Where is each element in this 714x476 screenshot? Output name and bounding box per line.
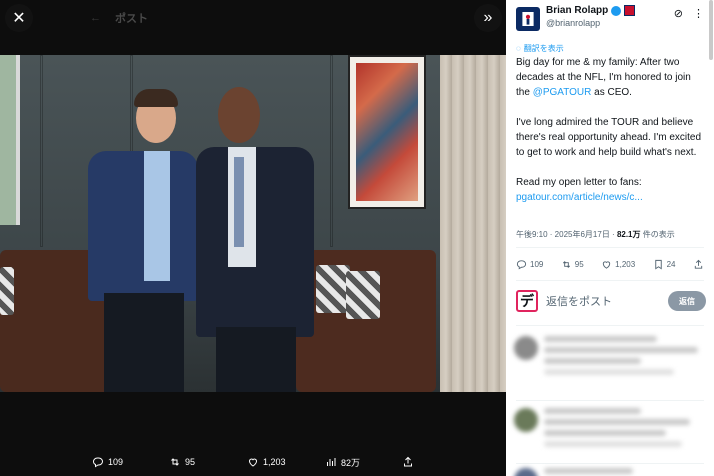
person-jacket	[88, 151, 198, 301]
post-photo[interactable]	[0, 55, 506, 392]
share-icon	[404, 456, 412, 467]
reply-icon	[92, 457, 104, 468]
pga-tour-logo-icon	[522, 12, 534, 26]
person-hair	[134, 89, 178, 107]
post-paragraph-1: Big day for me & my family: After two de…	[516, 55, 706, 100]
divider	[516, 463, 704, 464]
post-view-suffix: 件の表示	[640, 230, 675, 239]
reply-item-blurred[interactable]	[514, 336, 706, 380]
person-right	[196, 87, 314, 392]
viewer-reply-count: 109	[108, 457, 124, 467]
pillow	[346, 271, 380, 319]
post-text: Big day for me & my family: After two de…	[516, 55, 706, 205]
divider	[516, 325, 704, 326]
bookmark-action[interactable]: 24	[653, 259, 676, 270]
post-top-icons: ⊘ ⋮	[674, 7, 704, 20]
viewer-share-action[interactable]	[402, 456, 414, 468]
media-viewer: ← ポスト ✕ » 109 95 1,203 82万	[0, 0, 506, 476]
viewer-retweet-count: 95	[185, 457, 196, 467]
viewer-like-count: 1,203	[263, 457, 286, 467]
wall-painting	[348, 55, 426, 209]
mention-link[interactable]: @PGATOUR	[533, 87, 592, 98]
retweet-icon	[171, 458, 179, 466]
viewer-view-count: 82万	[341, 457, 361, 468]
author-handle[interactable]: @brianrolapp	[546, 18, 635, 28]
curtain	[440, 55, 506, 392]
post-text-segment: Read my open letter to fans:	[516, 177, 642, 188]
person-tie	[234, 157, 244, 247]
pillow	[316, 265, 350, 313]
person-left	[88, 89, 198, 392]
heart-icon	[248, 458, 258, 467]
translate-link[interactable]: ◌ 翻訳を表示	[516, 43, 564, 54]
reply-button[interactable]: 返信	[668, 291, 706, 311]
heart-icon	[602, 261, 611, 269]
retweet-icon	[562, 261, 570, 268]
author-name[interactable]: Brian Rolapp	[546, 5, 608, 16]
viewer-retweet-action[interactable]: 95	[169, 456, 195, 468]
close-icon: ✕	[12, 10, 26, 27]
reply-input[interactable]: 返信をポスト	[546, 293, 668, 309]
post-text-segment: as CEO.	[591, 87, 632, 98]
more-options-icon[interactable]: ⋮	[693, 7, 704, 20]
post-timestamp[interactable]: 午後9:10 · 2025年6月17日 ·	[516, 230, 617, 239]
viewer-views-action[interactable]: 82万	[325, 456, 360, 469]
wall-panel-line	[40, 55, 43, 247]
reply-composer: デ 返信をポスト 返信	[516, 288, 706, 314]
person-shirt	[144, 151, 170, 281]
article-link[interactable]: pgatour.com/article/news/c...	[516, 192, 643, 203]
scrollbar[interactable]	[709, 0, 713, 60]
viewer-action-bar: 109 95 1,203 82万	[0, 448, 506, 476]
post-paragraph-3: Read my open letter to fans: pgatour.com/…	[516, 175, 706, 205]
author-avatar[interactable]	[516, 7, 540, 31]
viewer-like-action[interactable]: 1,203	[247, 456, 286, 468]
like-count: 1,203	[615, 260, 636, 269]
bar-chart-icon	[327, 458, 336, 466]
background-title: ポスト	[115, 13, 148, 25]
translate-icon: ◌	[516, 44, 521, 53]
person-pants	[216, 327, 296, 392]
bookmark-icon	[654, 259, 662, 270]
wall-panel-line	[330, 55, 333, 247]
post-detail-panel: Brian Rolapp @brianrolapp ⊘ ⋮ ◌ 翻訳を表示 Bi…	[506, 0, 714, 476]
grok-icon[interactable]: ⊘	[674, 7, 683, 20]
reply-item-blurred[interactable]	[514, 468, 706, 476]
back-arrow-icon: ←	[90, 12, 101, 24]
reply-icon	[516, 260, 527, 270]
background-header: ← ポスト	[90, 10, 148, 26]
like-action[interactable]: 1,203	[601, 259, 635, 270]
pillow	[0, 267, 14, 315]
photo-window	[0, 55, 20, 225]
affiliation-badge-icon[interactable]	[624, 5, 636, 16]
share-action[interactable]	[693, 259, 704, 270]
post-author: Brian Rolapp @brianrolapp	[516, 5, 636, 31]
post-metadata: 午後9:10 · 2025年6月17日 · 82.1万 件の表示	[516, 229, 675, 240]
divider	[516, 247, 704, 248]
retweet-action[interactable]: 95	[561, 259, 584, 270]
divider	[516, 400, 704, 401]
reply-action[interactable]: 109	[516, 259, 543, 270]
translate-label: 翻訳を表示	[523, 44, 564, 53]
author-name-row[interactable]: Brian Rolapp	[546, 5, 636, 16]
post-view-count: 82.1万	[616, 230, 641, 239]
verified-badge-icon	[611, 5, 622, 16]
viewer-reply-action[interactable]: 109	[92, 456, 123, 468]
reply-count: 109	[530, 260, 544, 269]
close-button[interactable]: ✕	[5, 4, 33, 32]
retweet-count: 95	[574, 260, 584, 269]
post-paragraph-2: I've long admired the TOUR and believe t…	[516, 117, 702, 158]
post-actions: 109 95 1,203 24	[516, 259, 704, 270]
person-pants	[104, 293, 184, 392]
user-avatar[interactable]: デ	[516, 290, 538, 312]
reply-item-blurred[interactable]	[514, 408, 706, 452]
person-head	[218, 87, 260, 143]
double-chevron-icon: »	[483, 9, 493, 26]
share-icon	[694, 259, 703, 269]
author-name-block: Brian Rolapp @brianrolapp	[546, 5, 636, 31]
collapse-panel-button[interactable]: »	[474, 4, 502, 32]
divider	[516, 280, 704, 281]
bookmark-count: 24	[666, 260, 676, 269]
